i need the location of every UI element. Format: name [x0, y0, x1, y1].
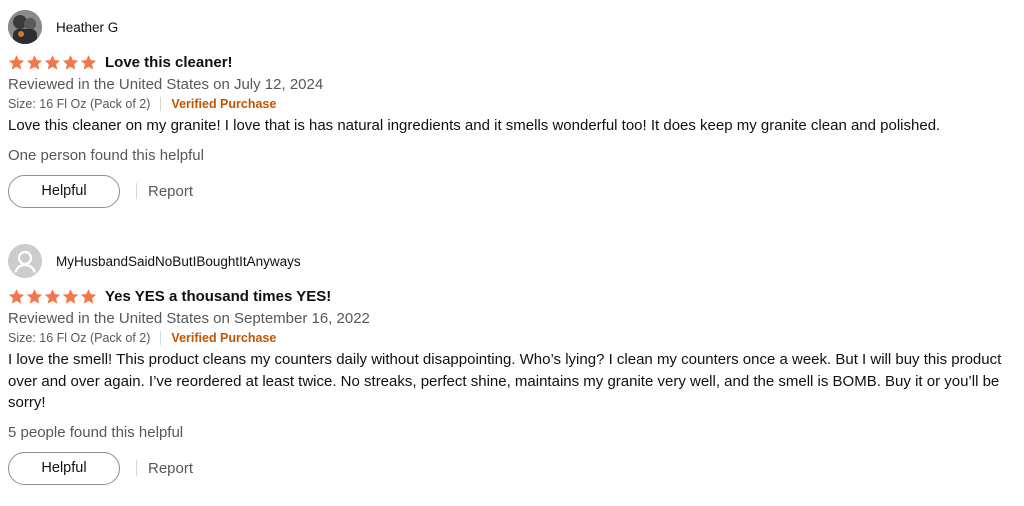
reviewer-profile[interactable]: MyHusbandSaidNoButIBoughtItAnyways — [8, 244, 1014, 278]
star-icon — [26, 288, 43, 304]
reviewer-name[interactable]: Heather G — [56, 20, 118, 35]
review: Heather G Love this cleaner! Reviewed in… — [8, 10, 1014, 208]
product-size[interactable]: Size: 16 Fl Oz (Pack of 2) — [8, 331, 150, 345]
review-body: I love the smell! This product cleans my… — [8, 351, 1002, 411]
verified-purchase-badge: Verified Purchase — [171, 97, 277, 111]
verified-purchase-badge: Verified Purchase — [171, 331, 277, 345]
report-link[interactable]: Report — [148, 460, 193, 477]
reviewer-name[interactable]: MyHusbandSaidNoButIBoughtItAnyways — [56, 254, 301, 269]
star-icon — [8, 54, 25, 70]
helpful-button[interactable]: Helpful — [8, 451, 120, 485]
review-title[interactable]: Yes YES a thousand times YES! — [105, 288, 331, 305]
star-icon — [62, 54, 79, 70]
review-date: Reviewed in the United States on July 12… — [8, 76, 324, 93]
product-size[interactable]: Size: 16 Fl Oz (Pack of 2) — [8, 97, 150, 111]
divider — [160, 331, 162, 345]
star-icon — [8, 288, 25, 304]
review: MyHusbandSaidNoButIBoughtItAnyways Yes Y… — [8, 244, 1014, 485]
default-avatar-icon — [8, 244, 42, 278]
star-icon — [44, 288, 61, 304]
helpful-count: One person found this helpful — [8, 146, 204, 164]
report-link[interactable]: Report — [148, 183, 193, 200]
helpful-button[interactable]: Helpful — [8, 174, 120, 208]
star-icon — [26, 54, 43, 70]
reviewer-profile[interactable]: Heather G — [8, 10, 1014, 44]
avatar[interactable] — [8, 244, 42, 278]
star-icon — [44, 54, 61, 70]
star-icon — [80, 288, 97, 304]
avatar[interactable] — [8, 10, 42, 44]
divider — [136, 460, 137, 476]
profile-photo-icon — [8, 10, 42, 44]
star-rating[interactable] — [8, 288, 97, 305]
review-date: Reviewed in the United States on Septemb… — [8, 310, 370, 327]
divider — [136, 183, 137, 199]
review-title[interactable]: Love this cleaner! — [105, 54, 233, 71]
review-body: Love this cleaner on my granite! I love … — [8, 117, 941, 134]
star-rating[interactable] — [8, 54, 97, 71]
divider — [160, 97, 162, 111]
helpful-count: 5 people found this helpful — [8, 423, 184, 441]
star-icon — [80, 54, 97, 70]
star-icon — [62, 288, 79, 304]
